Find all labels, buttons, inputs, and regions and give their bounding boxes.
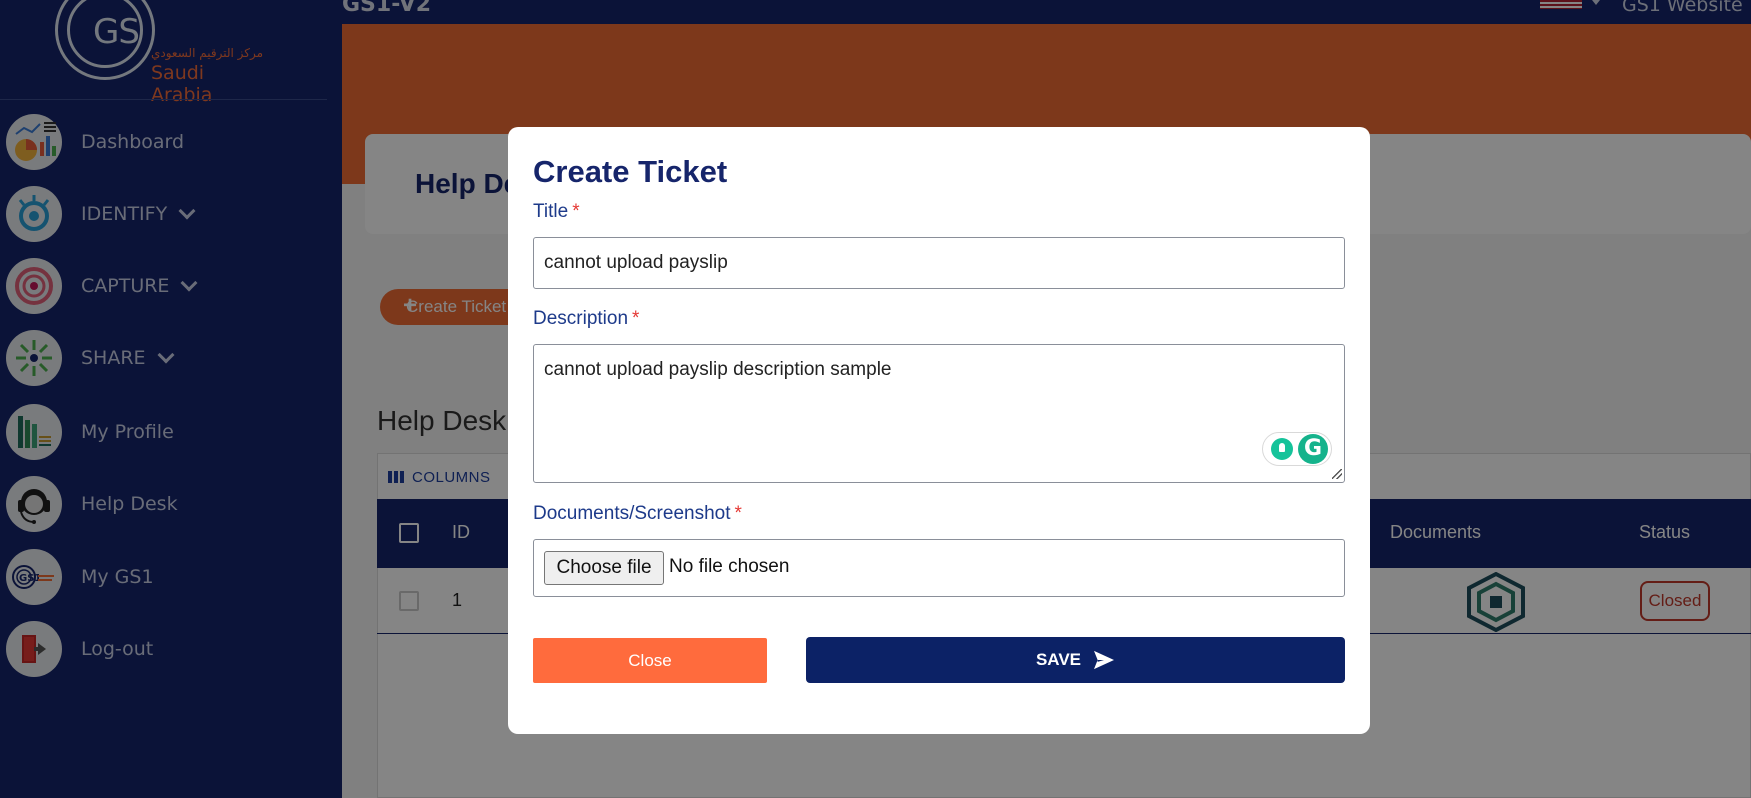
file-status-text: No file chosen xyxy=(669,556,790,577)
documents-label-text: Documents/Screenshot xyxy=(533,503,731,524)
resize-handle[interactable] xyxy=(1332,469,1342,479)
choose-file-button[interactable]: Choose file xyxy=(544,551,664,585)
save-button[interactable]: SAVE xyxy=(806,637,1345,683)
documents-label: Documents/Screenshot * xyxy=(533,503,742,525)
save-button-label: SAVE xyxy=(1035,650,1082,669)
title-label-text: Title xyxy=(533,201,569,222)
file-upload-field: Choose file No file chosen xyxy=(533,539,1345,597)
lightbulb-icon[interactable] xyxy=(1271,438,1293,460)
close-button[interactable]: Close xyxy=(533,638,767,683)
modal-title: Create Ticket xyxy=(533,154,728,189)
required-marker: * xyxy=(734,503,742,524)
description-label-text: Description xyxy=(533,308,629,329)
required-marker: * xyxy=(572,201,580,222)
grammarly-widget[interactable]: G xyxy=(1262,432,1332,466)
create-ticket-modal: Create Ticket Title* Description* cannot… xyxy=(508,127,1370,734)
send-icon xyxy=(1094,650,1115,670)
grammarly-icon[interactable]: G xyxy=(1298,434,1328,464)
title-label: Title * xyxy=(533,201,580,223)
title-input[interactable] xyxy=(533,237,1345,289)
description-label: Description * xyxy=(533,308,639,330)
required-marker: * xyxy=(632,308,640,329)
description-textarea[interactable]: cannot upload payslip description sample xyxy=(533,344,1345,483)
